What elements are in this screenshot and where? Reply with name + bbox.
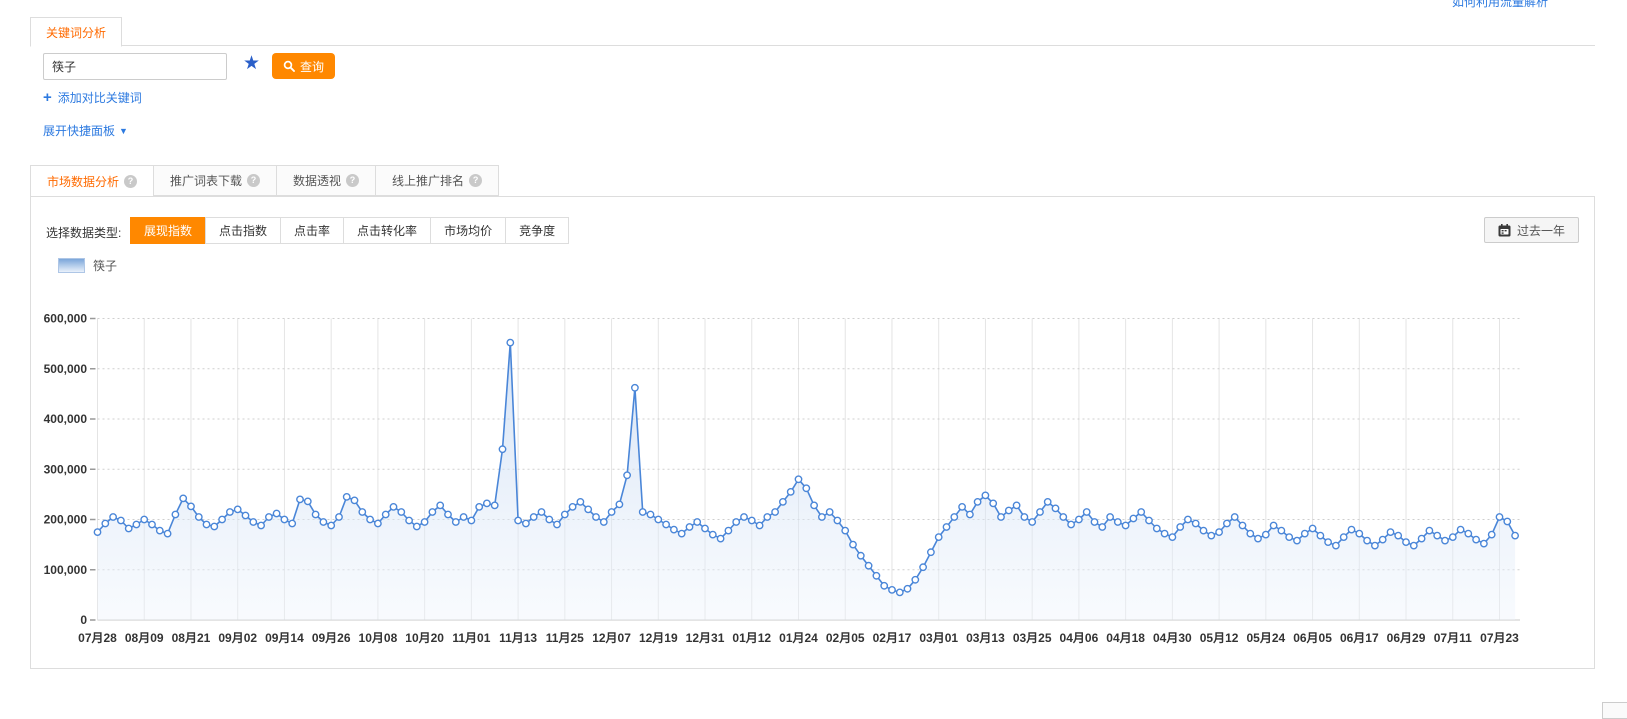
help-icon[interactable]: ? <box>469 174 482 187</box>
legend-swatch <box>58 258 85 273</box>
tab-keyword-analysis-label: 关键词分析 <box>46 24 106 41</box>
svg-text:600,000: 600,000 <box>44 312 88 326</box>
favorite-star-icon[interactable]: ★ <box>243 51 260 77</box>
svg-text:03月01: 03月01 <box>919 631 958 645</box>
query-button-label: 查询 <box>300 58 324 75</box>
svg-text:07月28: 07月28 <box>78 631 117 645</box>
help-icon[interactable]: ? <box>346 174 359 187</box>
legend-series-name: 筷子 <box>93 257 117 274</box>
svg-text:01月24: 01月24 <box>779 631 818 645</box>
svg-text:02月05: 02月05 <box>826 631 865 645</box>
svg-text:11月01: 11月01 <box>452 631 490 645</box>
tab-online-promo-ranking[interactable]: 线上推广排名? <box>375 165 499 196</box>
data-type-impression-index[interactable]: 展现指数 <box>130 217 206 244</box>
data-type-market-avg-price[interactable]: 市场均价 <box>430 217 506 244</box>
x-axis-labels: 07月28 08月09 08月21 09月02 09月14 09月26 10月08 10月20… <box>78 631 1519 645</box>
svg-text:01月12: 01月12 <box>732 631 771 645</box>
svg-text:05月24: 05月24 <box>1246 631 1285 645</box>
svg-text:09月14: 09月14 <box>265 631 304 645</box>
date-range-button[interactable]: 过去一年 <box>1484 217 1579 243</box>
date-range-label: 过去一年 <box>1517 222 1565 239</box>
help-icon[interactable]: ? <box>124 175 137 188</box>
svg-text:10月20: 10月20 <box>405 631 444 645</box>
svg-text:04月18: 04月18 <box>1106 631 1145 645</box>
svg-text:02月17: 02月17 <box>873 631 912 645</box>
data-type-click-conversion-rate[interactable]: 点击转化率 <box>343 217 431 244</box>
tab-market-data-analysis-label: 市场数据分析 <box>47 173 119 190</box>
svg-text:04月06: 04月06 <box>1060 631 1099 645</box>
tab-market-data-analysis[interactable]: 市场数据分析? <box>30 165 154 197</box>
tab-data-pivot-label: 数据透视 <box>293 172 341 189</box>
data-type-click-index[interactable]: 点击指数 <box>205 217 281 244</box>
data-type-click-rate[interactable]: 点击率 <box>280 217 344 244</box>
svg-text:12月07: 12月07 <box>592 631 631 645</box>
tab-promo-wordlist-download-label: 推广词表下载 <box>170 172 242 189</box>
svg-text:400,000: 400,000 <box>44 412 88 426</box>
search-icon <box>283 60 295 72</box>
svg-text:09月02: 09月02 <box>218 631 257 645</box>
svg-text:08月09: 08月09 <box>125 631 164 645</box>
svg-text:06月05: 06月05 <box>1293 631 1332 645</box>
data-type-competition[interactable]: 竞争度 <box>505 217 569 244</box>
chevron-down-icon: ▼ <box>119 126 128 136</box>
keyword-input[interactable] <box>43 53 227 80</box>
svg-text:100,000: 100,000 <box>44 563 88 577</box>
calendar-icon <box>1498 224 1511 237</box>
chart-legend: 筷子 <box>58 257 117 274</box>
svg-text:07月23: 07月23 <box>1480 631 1519 645</box>
svg-text:0: 0 <box>80 613 87 627</box>
plus-icon: + <box>43 91 52 105</box>
svg-text:200,000: 200,000 <box>44 513 88 527</box>
svg-text:500,000: 500,000 <box>44 362 88 376</box>
series-area <box>98 343 1516 620</box>
query-button[interactable]: 查询 <box>272 53 335 79</box>
y-axis-labels: 0 100,000 200,000 300,000 400,000 500,000 600,… <box>44 312 88 628</box>
svg-text:11月25: 11月25 <box>546 631 584 645</box>
svg-text:03月13: 03月13 <box>966 631 1005 645</box>
svg-text:07月11: 07月11 <box>1434 631 1472 645</box>
add-compare-keyword-label: 添加对比关键词 <box>58 89 142 106</box>
svg-text:06月29: 06月29 <box>1387 631 1426 645</box>
data-type-button-group: 展现指数点击指数点击率点击转化率市场均价竞争度 <box>131 217 569 244</box>
svg-text:12月19: 12月19 <box>639 631 678 645</box>
expand-quick-panel-label: 展开快捷面板 <box>43 122 115 139</box>
svg-text:06月17: 06月17 <box>1340 631 1379 645</box>
tab-keyword-analysis[interactable]: 关键词分析 <box>30 17 122 47</box>
keyword-panel-tabrow: 关键词分析 <box>30 17 1595 46</box>
data-type-label: 选择数据类型: <box>46 224 121 241</box>
scroll-corner <box>1602 702 1627 719</box>
svg-text:12月31: 12月31 <box>686 631 725 645</box>
tab-online-promo-ranking-label: 线上推广排名 <box>392 172 464 189</box>
top-right-help-link[interactable]: 如何利用流量解析 <box>1452 0 1548 10</box>
svg-text:09月26: 09月26 <box>312 631 351 645</box>
svg-text:05月12: 05月12 <box>1200 631 1239 645</box>
tab-data-pivot[interactable]: 数据透视? <box>276 165 376 196</box>
svg-text:03月25: 03月25 <box>1013 631 1052 645</box>
help-icon[interactable]: ? <box>247 174 260 187</box>
svg-text:04月30: 04月30 <box>1153 631 1192 645</box>
svg-text:11月13: 11月13 <box>499 631 537 645</box>
svg-text:10月08: 10月08 <box>359 631 398 645</box>
analysis-tabrow: 市场数据分析?推广词表下载?数据透视?线上推广排名? <box>30 165 499 197</box>
svg-text:08月21: 08月21 <box>172 631 211 645</box>
tab-promo-wordlist-download[interactable]: 推广词表下载? <box>153 165 277 196</box>
svg-text:300,000: 300,000 <box>44 462 88 476</box>
trend-line-chart[interactable]: 07月28 08月09 08月21 09月02 09月14 09月26 10月08 10月20… <box>0 300 1600 658</box>
add-compare-keyword-link[interactable]: + 添加对比关键词 <box>43 89 142 106</box>
expand-quick-panel-link[interactable]: 展开快捷面板 ▼ <box>43 122 128 139</box>
